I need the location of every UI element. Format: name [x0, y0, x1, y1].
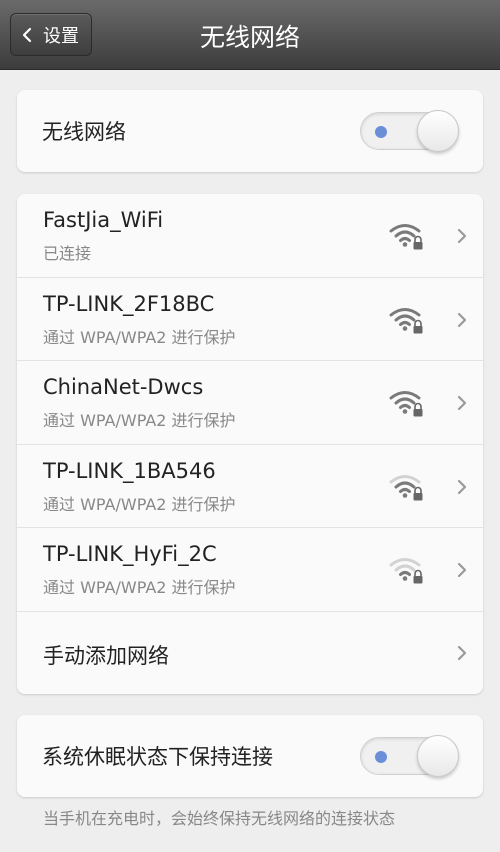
wifi-lock-icon: [389, 391, 423, 417]
wifi-toggle-card: 无线网络: [17, 90, 483, 172]
wifi-lock-icon: [389, 474, 423, 500]
chevron-right-icon: [457, 312, 467, 327]
network-item[interactable]: FastJia_WiFi 已连接: [17, 194, 483, 278]
network-name: TP-LINK_1BA546: [43, 458, 216, 483]
network-status: 通过 WPA/WPA2 进行保护: [43, 327, 236, 347]
sleep-footer-note: 当手机在充电时，会始终保持无线网络的连接状态: [43, 809, 396, 828]
wifi-toggle-row: 无线网络: [17, 90, 483, 172]
toggle-knob: [417, 735, 459, 777]
network-list: FastJia_WiFi 已连接 TP-LINK_2F18BC 通过 WPA/WPA2…: [17, 194, 483, 612]
network-status: 通过 WPA/WPA2 进行保护: [43, 411, 236, 430]
wifi-toggle-switch[interactable]: [360, 110, 459, 152]
network-name: FastJia_WiFi: [43, 208, 164, 232]
toggle-knob: [417, 110, 459, 152]
toggle-indicator-dot: [375, 751, 387, 763]
network-item[interactable]: TP-LINK_2F18BC 通过 WPA/WPA2 进行保护: [17, 278, 483, 361]
sleep-toggle-switch[interactable]: [360, 735, 459, 777]
sleep-toggle-card: 系统休眠状态下保持连接: [17, 715, 483, 797]
chevron-right-icon: [457, 645, 467, 660]
network-name: TP-LINK_2F18BC: [43, 291, 215, 316]
network-name: ChinaNet-Dwcs: [43, 375, 204, 399]
sleep-toggle-row: 系统休眠状态下保持连接: [17, 715, 483, 797]
wifi-toggle-label: 无线网络: [42, 120, 126, 144]
network-status: 通过 WPA/WPA2 进行保护: [43, 578, 236, 597]
chevron-right-icon: [457, 395, 467, 411]
wifi-lock-icon: [389, 307, 423, 333]
network-name: TP-LINK_HyFi_2C: [43, 542, 217, 566]
network-status: 通过 WPA/WPA2 进行保护: [43, 494, 236, 514]
network-list-card: FastJia_WiFi 已连接 TP-LINK_2F18BC 通过 WPA/WPA2…: [17, 194, 483, 694]
toggle-indicator-dot: [375, 126, 387, 138]
header-bar: 设置 无线网络: [0, 0, 500, 70]
chevron-right-icon: [457, 479, 467, 494]
chevron-right-icon: [457, 562, 467, 578]
wifi-lock-icon: [389, 558, 423, 584]
network-status: 已连接: [43, 244, 92, 263]
wifi-lock-icon: [389, 224, 423, 250]
chevron-right-icon: [457, 228, 467, 244]
add-network-item[interactable]: 手动添加网络: [17, 612, 483, 694]
network-item[interactable]: TP-LINK_HyFi_2C 通过 WPA/WPA2 进行保护: [17, 528, 483, 612]
network-item[interactable]: TP-LINK_1BA546 通过 WPA/WPA2 进行保护: [17, 445, 483, 528]
add-network-label: 手动添加网络: [43, 643, 169, 668]
page-title: 无线网络: [199, 23, 300, 52]
network-item[interactable]: ChinaNet-Dwcs 通过 WPA/WPA2 进行保护: [17, 361, 483, 445]
sleep-toggle-label: 系统休眠状态下保持连接: [42, 745, 273, 769]
